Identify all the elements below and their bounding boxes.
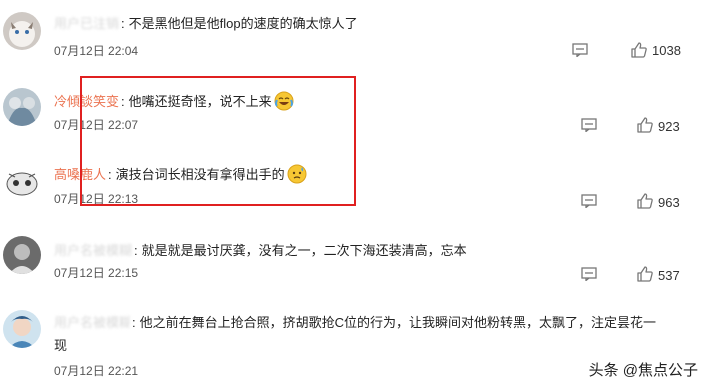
like-count: 537 [658, 268, 680, 283]
thumbs-up-icon[interactable] [636, 116, 654, 134]
comment-line: 用户名被模糊: 他之前在舞台上抢合照，挤胡歌抢C位的行为，让我瞬间对他粉转黑，太飘… [54, 312, 656, 331]
comment-item: 用户名被模糊: 就是就是最讨厌龚，没有之一，二次下海还装清高，忘本 07月12日 … [0, 232, 706, 294]
avatar[interactable] [3, 162, 41, 200]
comment-text-wrap: 现 [54, 338, 68, 353]
comment-username[interactable]: 用户名被模糊 [54, 243, 132, 258]
reply-icon[interactable] [572, 43, 588, 57]
watermark: 头条 @焦点公子 [588, 362, 698, 379]
comment-text: 他之前在舞台上抢合照，挤胡歌抢C位的行为，让我瞬间对他粉转黑，太飘了，注定昙花一 [139, 315, 657, 330]
thumbs-up-icon[interactable] [630, 41, 648, 59]
like-count: 963 [658, 195, 680, 210]
reply-icon[interactable] [581, 194, 597, 208]
comment-text: 不是黑他但是他flop的速度的确太惊人了 [128, 16, 358, 31]
comment-text: 就是就是最讨厌龚，没有之一，二次下海还装清高，忘本 [141, 243, 467, 258]
comment-item: 用户已注销: 不是黑他但是他flop的速度的确太惊人了 07月12日 22:04 … [0, 0, 706, 66]
comment-line: 用户已注销: 不是黑他但是他flop的速度的确太惊人了 [54, 16, 358, 31]
comment-time: 07月12日 22:21 [54, 364, 139, 378]
comment-time: 07月12日 22:04 [54, 44, 139, 58]
reply-icon[interactable] [581, 118, 597, 132]
reply-icon[interactable] [581, 267, 597, 281]
like-count: 1038 [652, 43, 681, 58]
highlight-box [80, 76, 356, 206]
comment-username[interactable]: 用户已注销 [54, 16, 119, 31]
avatar[interactable] [3, 236, 41, 274]
comment-username[interactable]: 用户名被模糊 [54, 312, 130, 331]
avatar[interactable] [3, 310, 41, 348]
thumbs-up-icon[interactable] [636, 192, 654, 210]
like-count: 923 [658, 119, 680, 134]
thumbs-up-icon[interactable] [636, 265, 654, 283]
avatar[interactable] [3, 88, 41, 126]
comment-line: 用户名被模糊: 就是就是最讨厌龚，没有之一，二次下海还装清高，忘本 [54, 243, 467, 258]
comment-time: 07月12日 22:15 [54, 266, 139, 280]
avatar[interactable] [3, 12, 41, 50]
